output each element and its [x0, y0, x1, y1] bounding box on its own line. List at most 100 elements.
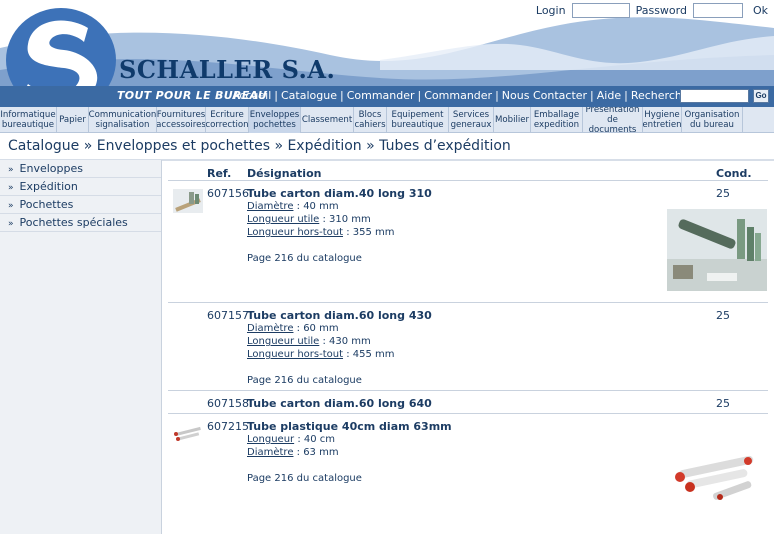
attr-key[interactable]: Longueur hors-tout	[247, 349, 343, 360]
product-attr: Diamètre : 60 mm	[247, 323, 339, 334]
product-ref: 607157	[207, 309, 249, 322]
category-tab[interactable]: Hygiene entretien	[643, 107, 682, 133]
category-tab[interactable]: Communication signalisation	[89, 107, 157, 133]
ok-button[interactable]: Ok	[753, 4, 768, 17]
attr-value: : 430 mm	[319, 336, 371, 347]
sidebar-item[interactable]: » Pochettes	[0, 196, 161, 214]
topnav-separator: |	[624, 89, 628, 102]
product-cond: 25	[716, 397, 730, 410]
table-row: 607157 Tube carton diam.60 long 430 25 D…	[168, 306, 768, 390]
row-divider	[168, 390, 768, 391]
product-ref: 607156	[207, 187, 249, 200]
attr-key[interactable]: Diamètre	[247, 447, 293, 458]
chevron-right-icon: »	[8, 165, 14, 175]
header-ref: Ref.	[207, 167, 232, 180]
page: SCHALLER S.A. Login Password Ok TOUT POU…	[0, 0, 774, 534]
topnav-separator: |	[590, 89, 594, 102]
category-tab[interactable]: Fournitures accessoires	[157, 107, 206, 133]
sidebar-item-label: Enveloppes	[19, 162, 83, 175]
topnav-separator: |	[417, 89, 422, 102]
product-designation[interactable]: Tube carton diam.60 long 430	[247, 309, 432, 322]
attr-value: : 40 mm	[293, 201, 339, 212]
product-designation[interactable]: Tube plastique 40cm diam 63mm	[247, 420, 452, 433]
login-input[interactable]	[571, 3, 630, 18]
topnav-link[interactable]: Commander	[424, 89, 492, 102]
tube-photo	[667, 209, 767, 291]
attr-key[interactable]: Longueur hors-tout	[247, 227, 343, 238]
sidebar-item[interactable]: » Enveloppes	[0, 160, 161, 178]
category-tab[interactable]: Mobilier	[494, 107, 531, 133]
sidebar-item-label: Pochettes spéciales	[19, 216, 128, 229]
topnav-link[interactable]: Accueil	[232, 89, 271, 102]
chevron-right-icon: »	[8, 219, 14, 229]
product-table: Ref. Désignation Cond. 607156 Tube carto…	[162, 160, 774, 534]
topnav-link[interactable]: Catalogue	[281, 89, 337, 102]
category-tab[interactable]: Ecriture correction	[206, 107, 249, 133]
product-attr: Diamètre : 40 mm	[247, 201, 339, 212]
attr-value: : 40 cm	[294, 434, 336, 445]
catalogue-page: Page 216 du catalogue	[247, 473, 362, 484]
attr-value: : 60 mm	[293, 323, 339, 334]
product-designation[interactable]: Tube carton diam.40 long 310	[247, 187, 432, 200]
attr-value: : 455 mm	[343, 349, 395, 360]
category-tab[interactable]: Emballage expedition	[531, 107, 583, 133]
attr-value: : 310 mm	[319, 214, 371, 225]
attr-value: : 63 mm	[293, 447, 339, 458]
attr-key[interactable]: Longueur	[247, 434, 294, 445]
topnav-separator: |	[274, 89, 278, 102]
category-tab[interactable]: Services generaux	[449, 107, 494, 133]
category-tab[interactable]: Equipement bureautique	[387, 107, 449, 133]
sidebar-item[interactable]: » Expédition	[0, 178, 161, 196]
product-ref: 607215	[207, 420, 249, 433]
top-navigation: Accueil | Catalogue | Commander | Commander | No…	[232, 89, 734, 102]
login-area: Login Password Ok	[536, 3, 768, 18]
product-attr: Longueur utile : 430 mm	[247, 336, 371, 347]
table-row: 607156 Tube carton diam.40 long 310 25 D…	[168, 184, 768, 302]
breadcrumb: Catalogue » Enveloppes et pochettes » Ex…	[8, 138, 511, 154]
tube-thumbnail	[174, 426, 201, 441]
product-designation[interactable]: Tube carton diam.60 long 640	[247, 397, 432, 410]
product-ref: 607158	[207, 397, 249, 410]
chevron-right-icon: »	[8, 201, 14, 211]
header-cond: Cond.	[716, 167, 752, 180]
category-tab[interactable]: Papier	[57, 107, 89, 133]
password-input[interactable]	[692, 3, 743, 18]
attr-key[interactable]: Longueur utile	[247, 214, 319, 225]
row-divider	[168, 413, 768, 414]
catalogue-page: Page 216 du catalogue	[247, 375, 362, 386]
sidebar-item[interactable]: » Pochettes spéciales	[0, 214, 161, 232]
topnav-link[interactable]: Aide	[597, 89, 621, 102]
table-row: 607215 Tube plastique 40cm diam 63mm Lon…	[168, 417, 768, 517]
product-attr: Longueur : 40 cm	[247, 434, 335, 445]
product-attr: Longueur hors-tout : 355 mm	[247, 227, 395, 238]
topnav-link[interactable]: Commander	[347, 89, 415, 102]
attr-key[interactable]: Diamètre	[247, 323, 293, 334]
quick-search-input[interactable]	[680, 89, 749, 103]
company-name: SCHALLER S.A.	[119, 55, 336, 84]
attr-value: : 355 mm	[343, 227, 395, 238]
sidebar-item-label: Expédition	[19, 180, 78, 193]
go-button[interactable]: Go	[753, 89, 769, 103]
tube-thumbnail	[173, 189, 203, 213]
topnav-separator: |	[495, 89, 499, 102]
sidebar: » Enveloppes » Expédition » Pochettes » Pochett…	[0, 160, 162, 534]
catalogue-page: Page 216 du catalogue	[247, 253, 362, 264]
header-designation: Désignation	[247, 167, 322, 180]
category-tab[interactable]: Informatique bureautique	[0, 107, 57, 133]
topnav-link[interactable]: Nous Contacter	[502, 89, 587, 102]
category-tab[interactable]: Organisation du bureau	[682, 107, 743, 133]
product-attr: Diamètre : 63 mm	[247, 447, 339, 458]
attr-key[interactable]: Longueur utile	[247, 336, 319, 347]
product-attr: Longueur hors-tout : 455 mm	[247, 349, 395, 360]
topnav-separator: |	[339, 89, 344, 102]
category-tab[interactable]: Classement	[301, 107, 354, 133]
category-tab[interactable]: Presentation de documents	[583, 107, 643, 133]
category-tab[interactable]: Blocs cahiers	[354, 107, 387, 133]
header-divider	[168, 180, 768, 181]
chevron-right-icon: »	[8, 183, 14, 193]
category-navigation: Informatique bureautique Papier Communicat…	[0, 107, 774, 133]
attr-key[interactable]: Diamètre	[247, 201, 293, 212]
product-attr: Longueur utile : 310 mm	[247, 214, 371, 225]
category-tab[interactable]: Enveloppes pochettes	[249, 107, 301, 133]
product-cond: 25	[716, 309, 730, 322]
